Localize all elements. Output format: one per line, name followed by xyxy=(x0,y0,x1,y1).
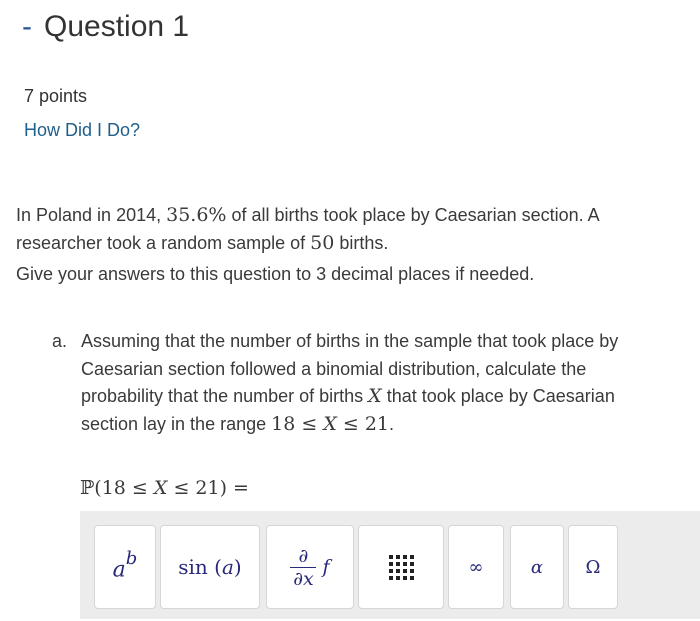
question-title: Question 1 xyxy=(44,10,190,43)
alpha-button[interactable]: α xyxy=(510,525,564,609)
answer-expression: ℙ(18 ≤ X ≤ 21) = xyxy=(80,477,249,499)
sine-button[interactable]: sin (a) xyxy=(160,525,260,609)
collapse-toggle[interactable]: - xyxy=(22,12,32,42)
infinity-icon: ∞ xyxy=(468,556,484,578)
question-intro: In Poland in 2014, 35.6% of all births t… xyxy=(16,201,616,288)
matrix-button[interactable] xyxy=(358,525,444,609)
sample-size: 50 xyxy=(310,232,335,254)
alpha-icon: α xyxy=(530,556,544,578)
how-did-i-do-link[interactable]: How Did I Do? xyxy=(24,120,140,141)
instructions-paragraph: Give your answers to this question to 3 … xyxy=(16,264,535,284)
part-a-text: Assuming that the number of births in th… xyxy=(81,331,619,435)
part-marker: a. xyxy=(52,331,68,351)
sine-icon: sin (a) xyxy=(178,555,242,579)
math-input-toolbar: ab sin (a) ∂ ∂x f ∞ α Ω xyxy=(80,511,700,619)
percent-value: 35.6% xyxy=(166,204,227,226)
intro-paragraph: In Poland in 2014, 35.6% of all births t… xyxy=(16,204,599,254)
probability-symbol: ℙ xyxy=(80,477,95,499)
infinity-button[interactable]: ∞ xyxy=(448,525,504,609)
omega-button[interactable]: Ω xyxy=(568,525,618,609)
partial-derivative-button[interactable]: ∂ ∂x f xyxy=(266,525,354,609)
omega-icon: Ω xyxy=(585,556,601,578)
part-a: a. Assuming that the number of births in… xyxy=(52,328,622,438)
points-label: 7 points xyxy=(24,86,88,106)
power-button[interactable]: ab xyxy=(94,525,156,609)
partial-derivative-icon: ∂ ∂x f xyxy=(290,545,330,590)
question-header: - Question 1 xyxy=(22,12,189,42)
matrix-icon xyxy=(388,554,414,580)
power-icon: ab xyxy=(112,547,138,583)
